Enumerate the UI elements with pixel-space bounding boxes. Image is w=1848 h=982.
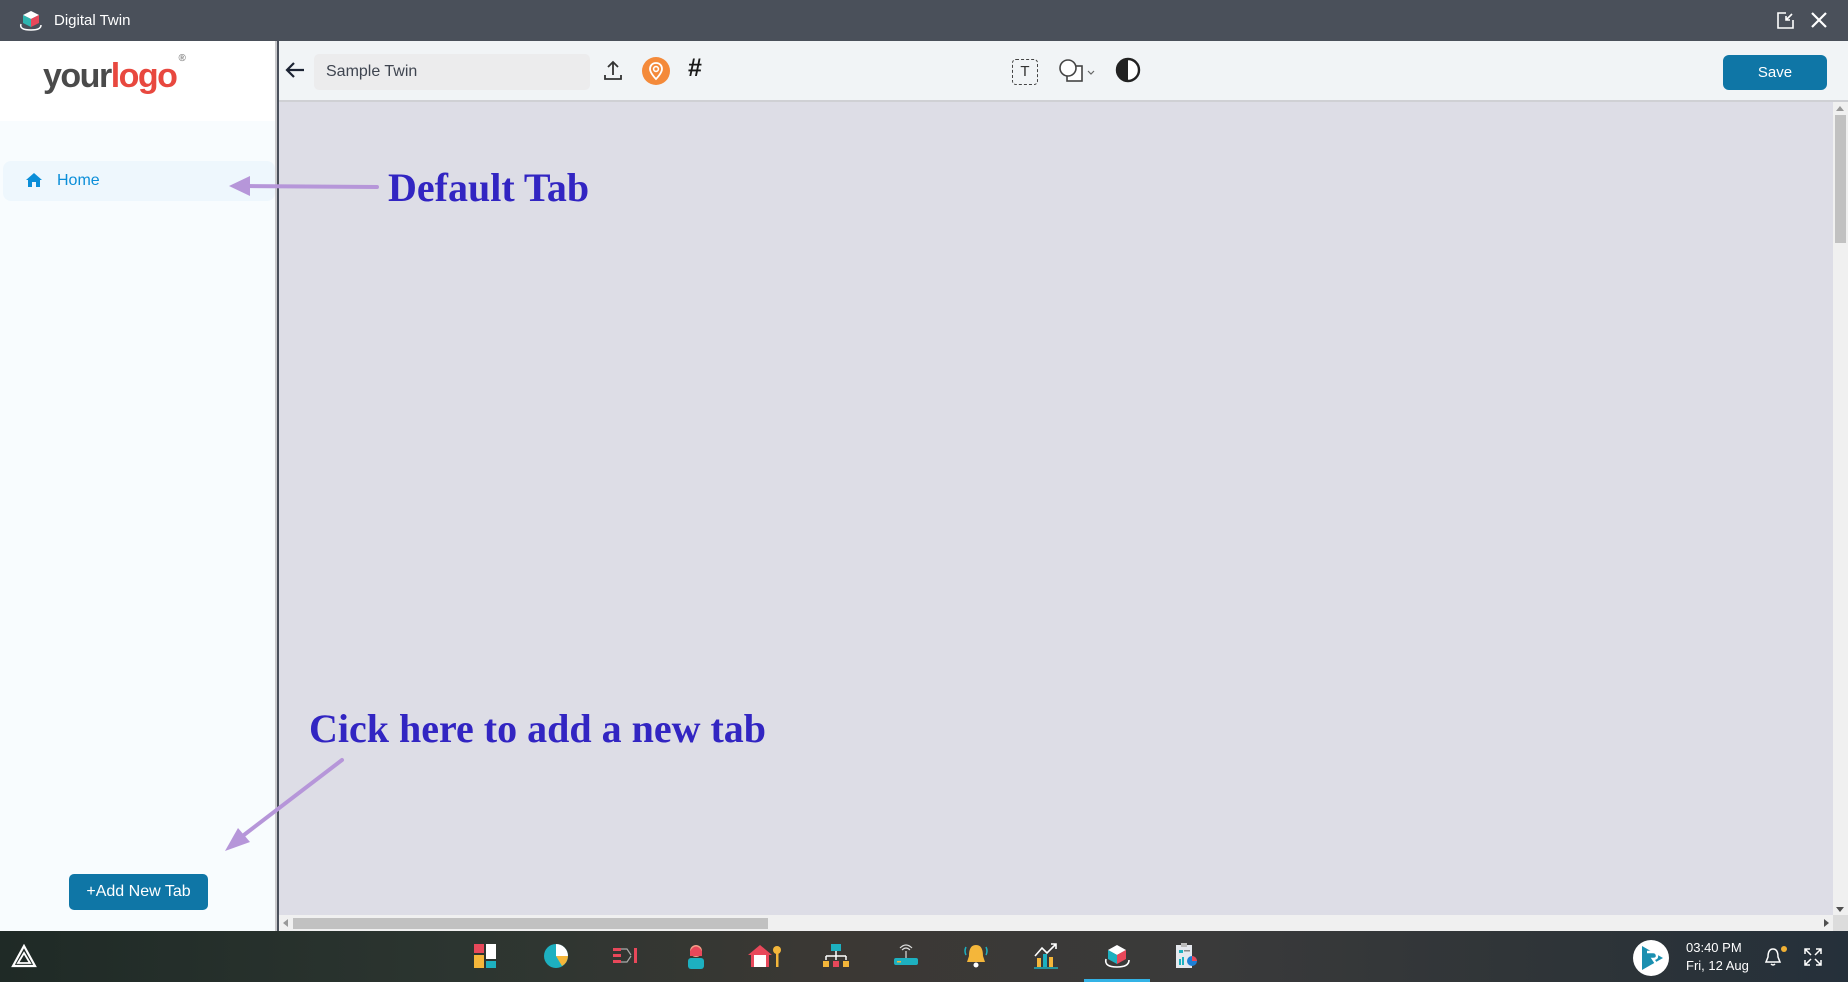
horizontal-scroll-thumb[interactable]: [293, 918, 768, 929]
logo-text-logo: logo: [110, 57, 178, 95]
close-icon[interactable]: [1810, 11, 1828, 29]
router-icon[interactable]: [892, 942, 920, 970]
cube-rotate-icon: [19, 11, 42, 31]
notification-badge: [1781, 946, 1787, 952]
scroll-up-arrow[interactable]: [1836, 106, 1844, 111]
sidebar-tab-label: Home: [57, 172, 100, 189]
user-icon[interactable]: [682, 942, 710, 970]
report-icon[interactable]: [1172, 942, 1200, 970]
start-icon[interactable]: [11, 944, 37, 968]
save-button[interactable]: Save: [1723, 55, 1827, 90]
clock-date: Fri, 12 Aug: [1686, 958, 1749, 973]
editor-toolbar: # T Save: [279, 41, 1848, 102]
logo-registered-mark: ®: [178, 52, 185, 64]
window-title: Digital Twin: [54, 12, 131, 29]
twin-canvas[interactable]: [279, 102, 1833, 915]
taskbar: 03:40 PM Fri, 12 Aug: [0, 931, 1848, 982]
scrollbar-corner: [1833, 915, 1848, 931]
dashboard-icon[interactable]: [472, 942, 500, 970]
vertical-scrollbar[interactable]: [1833, 102, 1848, 915]
vertical-scroll-thumb[interactable]: [1835, 115, 1846, 243]
brand-logo-icon[interactable]: [1633, 940, 1669, 976]
scroll-right-arrow[interactable]: [1824, 919, 1829, 927]
notification-bell-icon[interactable]: [1764, 947, 1782, 967]
digital-twin-icon[interactable]: [1103, 942, 1131, 970]
annotation-default-tab: Default Tab: [388, 165, 590, 210]
arrow-left-icon[interactable]: [284, 61, 306, 79]
scroll-left-arrow[interactable]: [283, 919, 288, 927]
home-key-icon[interactable]: [748, 942, 784, 970]
location-pin-icon[interactable]: [642, 57, 670, 85]
hierarchy-icon[interactable]: [822, 942, 850, 970]
contrast-icon[interactable]: [1115, 57, 1141, 83]
sidebar-tab-home[interactable]: Home: [3, 161, 275, 201]
sidebar: yourlogo ® Home +Add New Tab: [0, 41, 277, 931]
annotation-add-tab-hint: Cick here to add a new tab: [309, 706, 767, 751]
twin-name-input[interactable]: [314, 54, 590, 90]
hash-icon[interactable]: #: [688, 54, 702, 83]
upload-icon[interactable]: [604, 59, 622, 81]
logo-area: yourlogo ®: [0, 41, 275, 121]
pie-chart-icon[interactable]: [542, 942, 570, 970]
taskbar-clock: 03:40 PM Fri, 12 Aug: [1686, 939, 1749, 975]
fullscreen-icon[interactable]: [1804, 948, 1822, 966]
flow-icon[interactable]: [612, 942, 640, 970]
logo-text-your: your: [43, 57, 112, 95]
home-icon: [26, 173, 42, 187]
window-titlebar: Digital Twin: [0, 0, 1848, 41]
logo: yourlogo ®: [43, 53, 186, 96]
scroll-down-arrow[interactable]: [1836, 907, 1844, 912]
analytics-icon[interactable]: [1032, 942, 1060, 970]
bell-alert-icon[interactable]: [962, 942, 990, 970]
shapes-icon[interactable]: [1058, 58, 1100, 84]
add-new-tab-button[interactable]: +Add New Tab: [69, 874, 208, 910]
horizontal-scrollbar[interactable]: [279, 915, 1833, 931]
popout-icon[interactable]: [1777, 12, 1794, 29]
text-tool-icon[interactable]: T: [1012, 59, 1038, 85]
clock-time: 03:40 PM: [1686, 940, 1742, 955]
